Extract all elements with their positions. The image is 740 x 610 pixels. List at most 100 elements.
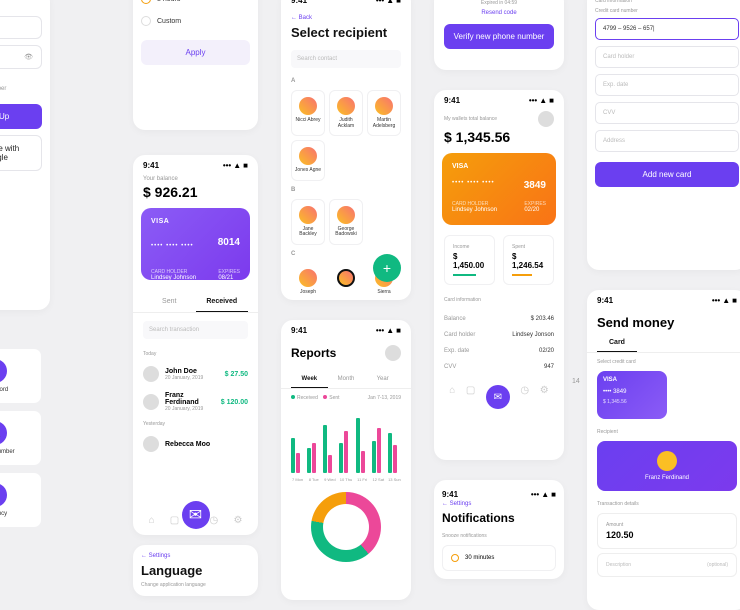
snooze-option[interactable]: 30 minutes xyxy=(442,545,556,571)
description-field[interactable]: Description(optional) xyxy=(597,553,737,577)
contact-item[interactable]: Jones Agne xyxy=(291,140,325,181)
tab-week[interactable]: Week xyxy=(291,371,328,388)
option-custom[interactable]: Custom xyxy=(141,10,250,32)
avatar xyxy=(337,97,355,115)
wallet-icon[interactable]: ▢ xyxy=(170,515,179,526)
contact-item[interactable]: Judith Acklam xyxy=(329,90,363,136)
credit-card[interactable]: VISA •••• •••• ••••3849 CARD HOLDERLinds… xyxy=(442,153,556,225)
clock-icon[interactable]: ◷ xyxy=(520,385,529,409)
tab-received[interactable]: Received xyxy=(196,292,249,312)
lock-icon: 🔒 xyxy=(0,359,7,383)
balance-amount: $ 926.21 xyxy=(133,182,258,208)
phone-icon: 📞 xyxy=(0,421,7,445)
cvv-field[interactable]: CVV xyxy=(595,102,739,124)
signup-button[interactable]: Sign Up xyxy=(0,104,42,129)
eye-icon[interactable]: 👁 xyxy=(24,53,33,61)
profile-avatar[interactable] xyxy=(538,111,554,127)
settings-tiles: 🔒Password 📞Phone number $Currency xyxy=(0,340,50,542)
bottom-nav: ⌂ ▢ ✉ ◷ ⚙ xyxy=(434,375,564,419)
contact-item[interactable] xyxy=(329,263,363,302)
radio-icon xyxy=(141,0,151,4)
subtitle: Change application language xyxy=(141,582,250,588)
search-contact[interactable]: Search contact xyxy=(291,50,401,68)
mini-credit-card[interactable]: VISA •••• 3849 $ 1,345.56 xyxy=(597,371,667,419)
add-card-button[interactable]: Add new card xyxy=(595,162,739,187)
send-money-screen: 9:41•••▲■ Send money Card Select credit … xyxy=(587,290,740,610)
contact-item[interactable]: Martin Adelsberg xyxy=(367,90,401,136)
tile-currency[interactable]: $Currency xyxy=(0,472,42,528)
page-title: Language xyxy=(141,563,250,578)
contact-item[interactable]: Nicci Abrey xyxy=(291,90,325,136)
page-title: Reports xyxy=(291,346,336,360)
dollar-icon: $ xyxy=(0,483,7,507)
contact-item[interactable]: Jane Backley xyxy=(291,199,325,245)
resend-link[interactable]: Resend code xyxy=(444,10,554,16)
transaction-tabs: Sent Received xyxy=(133,292,258,313)
letter-header: A xyxy=(281,76,411,86)
fab-send[interactable]: ✉ xyxy=(182,501,210,529)
exp-date-field[interactable]: Exp. date xyxy=(595,74,739,96)
clock-icon[interactable]: ◷ xyxy=(210,515,219,526)
password-field[interactable]: word👁 xyxy=(0,45,42,69)
credit-card[interactable]: VISA •••• •••• ••••8014 CARD HOLDERLinds… xyxy=(141,208,250,280)
language-screen: ← Settings Language Change application l… xyxy=(133,545,258,596)
report-tabs: Week Month Year xyxy=(281,371,411,389)
back-link[interactable]: ← Settings xyxy=(141,553,250,559)
contact-item[interactable]: George Badowski xyxy=(329,199,363,245)
page-title: Send money xyxy=(587,311,740,334)
tab-month[interactable]: Month xyxy=(328,371,365,388)
back-link[interactable]: ← Back xyxy=(281,11,411,25)
email-field[interactable]: ail.com xyxy=(0,16,42,39)
tab-sent[interactable]: Sent xyxy=(143,292,196,312)
transaction-row[interactable]: Rebecca Moo xyxy=(133,431,258,457)
tile-phone[interactable]: 📞Phone number xyxy=(0,410,42,466)
day-label: Yesterday xyxy=(133,417,258,431)
tab-year[interactable]: Year xyxy=(364,371,401,388)
fab-add-contact[interactable]: + xyxy=(373,254,401,282)
status-bar: 9:41•••▲■ xyxy=(442,488,556,501)
balance-screen: 9:41•••▲■ Your balance $ 926.21 VISA •••… xyxy=(133,155,258,535)
transaction-row[interactable]: Franz Ferdinand20 January, 2019$ 120.00 xyxy=(133,387,258,417)
donut-chart xyxy=(311,492,381,562)
recipient-card[interactable]: Franz Ferdinand xyxy=(597,441,737,491)
profile-avatar[interactable] xyxy=(385,345,401,361)
google-signin-button[interactable]: Continue with Google xyxy=(0,135,42,171)
avatar xyxy=(657,451,677,471)
contact-item[interactable]: Joseph xyxy=(291,263,325,302)
option-8hours[interactable]: 8 hours xyxy=(141,0,250,10)
radio-icon xyxy=(451,554,459,562)
verify-button[interactable]: Verify new phone number xyxy=(444,24,554,49)
wallet-icon[interactable]: ▢ xyxy=(466,385,475,409)
info-row: Balance$ 203.46 xyxy=(434,311,564,327)
apply-button[interactable]: Apply xyxy=(141,40,250,65)
transaction-row[interactable]: John Doe20 January, 2019$ 27.50 xyxy=(133,361,258,387)
page-title: Notifications xyxy=(442,511,556,525)
amount-field[interactable]: Amount 120.50 xyxy=(597,513,737,549)
back-link[interactable]: ← Settings xyxy=(442,501,556,507)
status-bar: 9:41•••▲■ xyxy=(133,155,258,176)
status-bar: 9:41•••▲■ xyxy=(434,90,564,111)
recipient-screen: 9:41•••▲■ ← Back Select recipient Search… xyxy=(281,0,411,300)
home-icon[interactable]: ⌂ xyxy=(449,385,455,409)
tile-password[interactable]: 🔒Password xyxy=(0,348,42,404)
home-icon[interactable]: ⌂ xyxy=(149,515,155,526)
card-holder-field[interactable]: Card holder xyxy=(595,46,739,68)
card-number-field[interactable]: 4799 – 9526 – 657| xyxy=(595,18,739,40)
avatar xyxy=(299,206,317,224)
section-label: Card information xyxy=(595,0,739,4)
info-row: Card holderLindsey Jonson xyxy=(434,327,564,343)
info-row: CVV947 xyxy=(434,359,564,375)
address-field[interactable]: Address xyxy=(595,130,739,152)
cardform-screen: Card information Credit card number 4799… xyxy=(587,0,740,270)
gear-icon[interactable]: ⚙ xyxy=(540,385,549,409)
gear-icon[interactable]: ⚙ xyxy=(233,515,242,526)
search-transaction[interactable]: Search transaction xyxy=(143,321,248,339)
tab-card[interactable]: Card xyxy=(597,334,637,352)
notifications-screen: 9:41•••▲■ ← Settings Notifications Snooz… xyxy=(434,480,564,579)
wallet-balance: $ 1,345.56 xyxy=(434,127,564,153)
avatar xyxy=(337,206,355,224)
duration-screen: 8 hours Custom Apply xyxy=(133,0,258,130)
info-row: Exp. date02/20 xyxy=(434,343,564,359)
chart-legend: Received Sent Jan 7-13, 2019 xyxy=(281,389,411,407)
send-icon[interactable]: ✉ xyxy=(486,385,510,409)
